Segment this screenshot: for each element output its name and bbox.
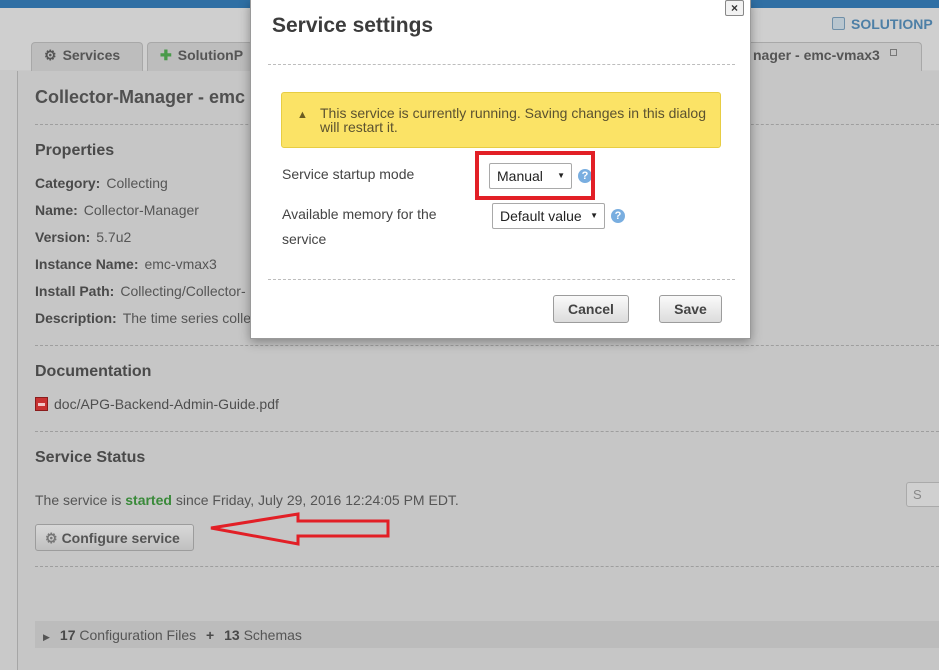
tab-collector-manager-label: nager - emc-vmax3 (753, 47, 880, 63)
divider (35, 566, 939, 567)
status-suffix: since Friday, July 29, 2016 12:24:05 PM … (175, 492, 459, 508)
config-file-count: 17 (59, 627, 76, 643)
puzzle-icon: ✚ (160, 47, 172, 63)
property-label: Description: (35, 310, 117, 326)
documentation-heading: Documentation (35, 363, 152, 380)
memory-label: Available memory for the service (282, 206, 437, 247)
tab-services[interactable]: ⚙ Services (31, 42, 143, 71)
property-value: Collecting (106, 175, 168, 191)
schema-count: 13 (224, 627, 240, 643)
plus-sign: + (206, 627, 215, 643)
cancel-button[interactable]: Cancel (553, 295, 629, 323)
tab-services-label: Services (62, 47, 121, 63)
property-value: Collecting/Collector- (120, 283, 246, 299)
dialog-title: Service settings (272, 14, 434, 37)
schema-label: Schemas (243, 627, 302, 643)
save-button[interactable]: Save (659, 295, 722, 323)
property-category: Category: Collecting (35, 175, 168, 191)
gear-icon: ⚙ (45, 530, 58, 546)
brand-name: SOLUTIONP (851, 16, 933, 32)
gear-icon: ⚙ (44, 47, 57, 63)
expand-triangle-icon: ▶ (43, 632, 50, 642)
highlight-box (475, 151, 595, 200)
restart-warning: ▲ This service is currently running. Sav… (281, 92, 721, 148)
property-label: Install Path: (35, 283, 115, 299)
properties-heading: Properties (35, 142, 115, 159)
property-description: Description: The time series colle (35, 310, 251, 326)
divider (35, 345, 939, 346)
side-action-button[interactable]: S (906, 482, 939, 507)
dialog-divider (268, 64, 735, 65)
dialog-divider (268, 279, 735, 280)
property-version: Version: 5.7u2 (35, 229, 131, 245)
divider (35, 431, 939, 432)
property-value: The time series colle (122, 310, 252, 326)
configure-service-button[interactable]: ⚙ Configure service (35, 524, 194, 551)
pdf-icon (35, 397, 48, 411)
close-dialog-button[interactable]: × (725, 0, 744, 16)
service-status-heading: Service Status (35, 449, 146, 466)
page-title: Collector-Manager - emc (35, 87, 246, 107)
dropdown-caret-icon: ▼ (590, 211, 598, 220)
property-label: Category: (35, 175, 101, 191)
warning-text: This service is currently running. Savin… (320, 105, 706, 135)
help-icon[interactable]: ? (611, 209, 625, 223)
tab-solutionpacks-label: SolutionP (177, 47, 244, 63)
property-label: Name: (35, 202, 78, 218)
property-value: Collector-Manager (83, 202, 199, 218)
memory-select[interactable]: Default value ▼ (492, 203, 605, 229)
side-action-label: S (913, 487, 922, 502)
property-name: Name: Collector-Manager (35, 202, 199, 218)
configure-service-label: Configure service (61, 530, 180, 546)
property-install-path: Install Path: Collecting/Collector- (35, 283, 246, 299)
files-summary-row[interactable]: ▶ 17 Configuration Files + 13 Schemas (35, 621, 939, 648)
property-instance-name: Instance Name: emc-vmax3 (35, 256, 217, 272)
memory-value: Default value (500, 208, 582, 224)
service-status-text: The service is started since Friday, Jul… (35, 492, 459, 508)
status-prefix: The service is (35, 492, 122, 508)
brand-logo[interactable]: SOLUTIONP (832, 16, 933, 32)
warning-icon: ▲ (297, 109, 308, 121)
close-icon[interactable] (889, 49, 897, 56)
tab-collector-manager[interactable]: nager - emc-vmax3 (740, 42, 922, 71)
config-file-label: Configuration Files (79, 627, 197, 643)
property-value: emc-vmax3 (144, 256, 217, 272)
tab-solutionpacks[interactable]: ✚ SolutionP (147, 42, 253, 71)
startup-mode-label: Service startup mode (282, 166, 415, 182)
documentation-link-label: doc/APG-Backend-Admin-Guide.pdf (54, 396, 279, 412)
property-label: Version: (35, 229, 91, 245)
status-badge: started (125, 492, 172, 508)
property-label: Instance Name: (35, 256, 139, 272)
cube-icon (832, 17, 845, 30)
property-value: 5.7u2 (96, 229, 132, 245)
documentation-link[interactable]: doc/APG-Backend-Admin-Guide.pdf (35, 396, 279, 412)
